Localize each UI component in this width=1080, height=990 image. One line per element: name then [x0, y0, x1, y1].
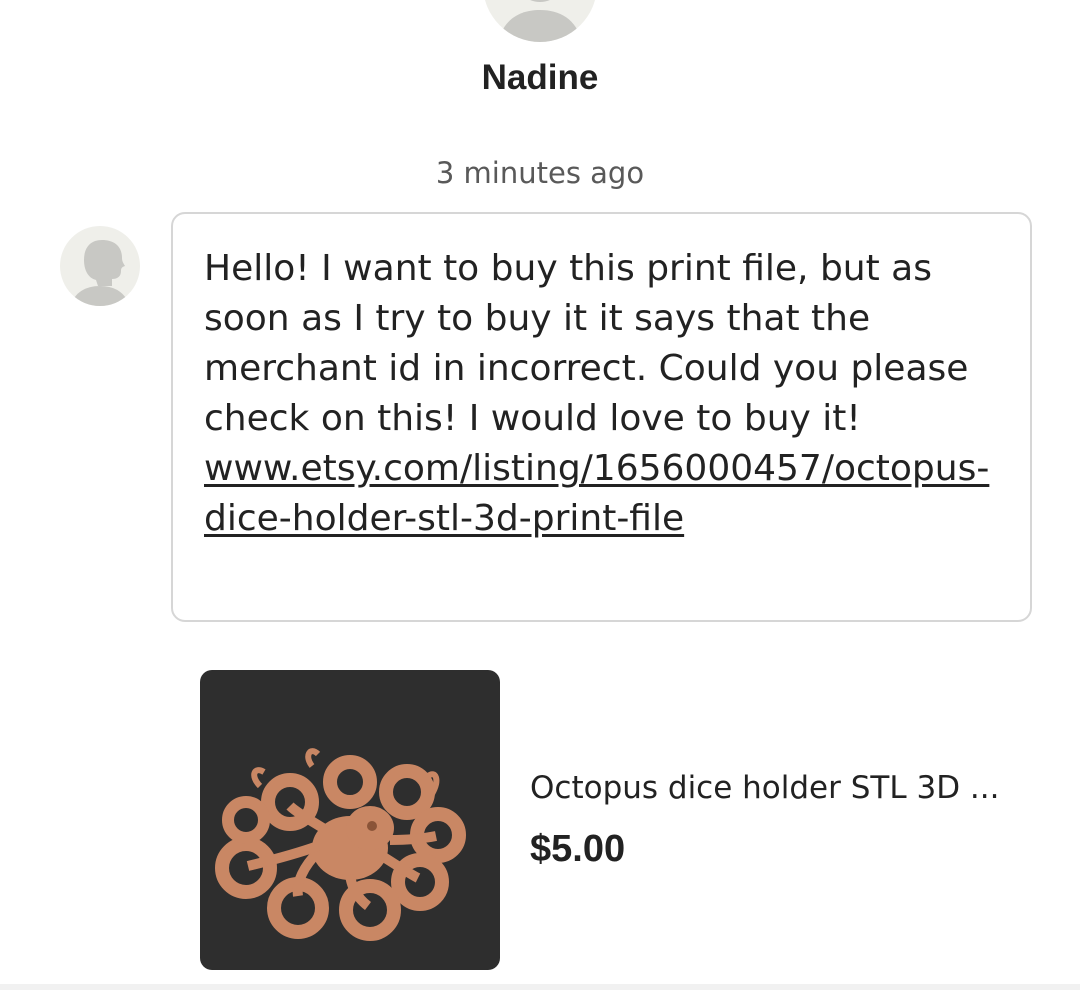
conversation-page: Nadine 3 minutes ago Hello! I want to bu… [0, 0, 1080, 990]
contact-name: Nadine [481, 58, 599, 97]
listing-card[interactable]: Octopus dice holder STL 3D ... $5.00 [200, 670, 1030, 970]
octopus-image-icon [215, 748, 466, 941]
message-bubble: Hello! I want to buy this print file, bu… [171, 212, 1032, 622]
listing-title[interactable]: Octopus dice holder STL 3D ... [530, 770, 1010, 806]
person-profile-icon [70, 240, 130, 306]
message-timestamp: 3 minutes ago [435, 156, 645, 190]
sender-avatar[interactable] [60, 226, 140, 306]
message-text: Hello! I want to buy this print file, bu… [204, 248, 969, 439]
listing-price: $5.00 [530, 828, 626, 870]
listing-image[interactable] [200, 670, 500, 970]
person-silhouette-icon [498, 0, 582, 42]
listing-link[interactable]: www.etsy.com/listing/1656000457/octopus-… [204, 444, 1000, 544]
bottom-divider [0, 984, 1080, 990]
contact-avatar[interactable] [483, 0, 597, 42]
